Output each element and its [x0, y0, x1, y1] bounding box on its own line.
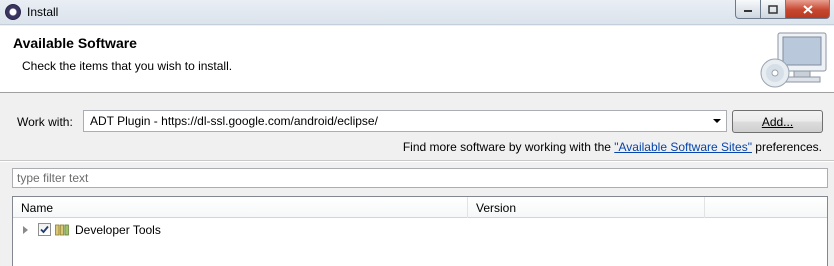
work-with-value: ADT Plugin - https://dl-ssl.google.com/a… — [90, 114, 378, 128]
software-tree: Name Version Developer Tools — [12, 196, 828, 266]
column-header-filler — [705, 197, 827, 218]
filter-input[interactable] — [13, 169, 827, 187]
find-more-text: Find more software by working with the "… — [403, 140, 822, 154]
checkmark-icon — [40, 225, 49, 234]
window-controls — [735, 0, 830, 19]
chevron-down-icon[interactable] — [713, 119, 721, 123]
tree-header: Name Version — [13, 197, 827, 218]
add-button-label: Add... — [761, 114, 794, 129]
find-more-prefix: Find more software by working with the — [402, 140, 615, 154]
item-checkbox[interactable] — [38, 223, 51, 236]
title-bar: Install — [0, 0, 834, 25]
expand-arrow-icon[interactable] — [23, 226, 28, 234]
install-computer-cd-icon — [760, 32, 827, 88]
page-description: Check the items that you wish to install… — [22, 59, 233, 73]
add-button[interactable]: Add... — [732, 110, 823, 133]
available-software-sites-link[interactable]: "Available Software Sites" — [614, 140, 752, 154]
feature-group-icon — [55, 224, 69, 236]
eclipse-icon — [5, 4, 21, 20]
minimize-icon — [744, 10, 752, 12]
maximize-button[interactable] — [761, 0, 786, 19]
separator — [0, 160, 834, 162]
column-header-name[interactable]: Name — [13, 197, 468, 218]
wizard-header: Available Software Check the items that … — [0, 26, 834, 93]
tree-row[interactable]: Developer Tools — [13, 221, 827, 239]
maximize-icon — [768, 4, 778, 14]
find-more-suffix: preferences. — [751, 140, 822, 154]
close-button[interactable] — [786, 0, 830, 19]
work-with-label: Work with: — [17, 115, 73, 129]
page-title: Available Software — [13, 35, 137, 51]
filter-box[interactable] — [12, 168, 828, 188]
close-icon — [802, 4, 813, 14]
item-label: Developer Tools — [75, 223, 161, 237]
window-title: Install — [27, 5, 59, 19]
minimize-button[interactable] — [735, 0, 761, 19]
column-header-version[interactable]: Version — [468, 197, 705, 218]
work-with-combo[interactable]: ADT Plugin - https://dl-ssl.google.com/a… — [83, 110, 727, 132]
